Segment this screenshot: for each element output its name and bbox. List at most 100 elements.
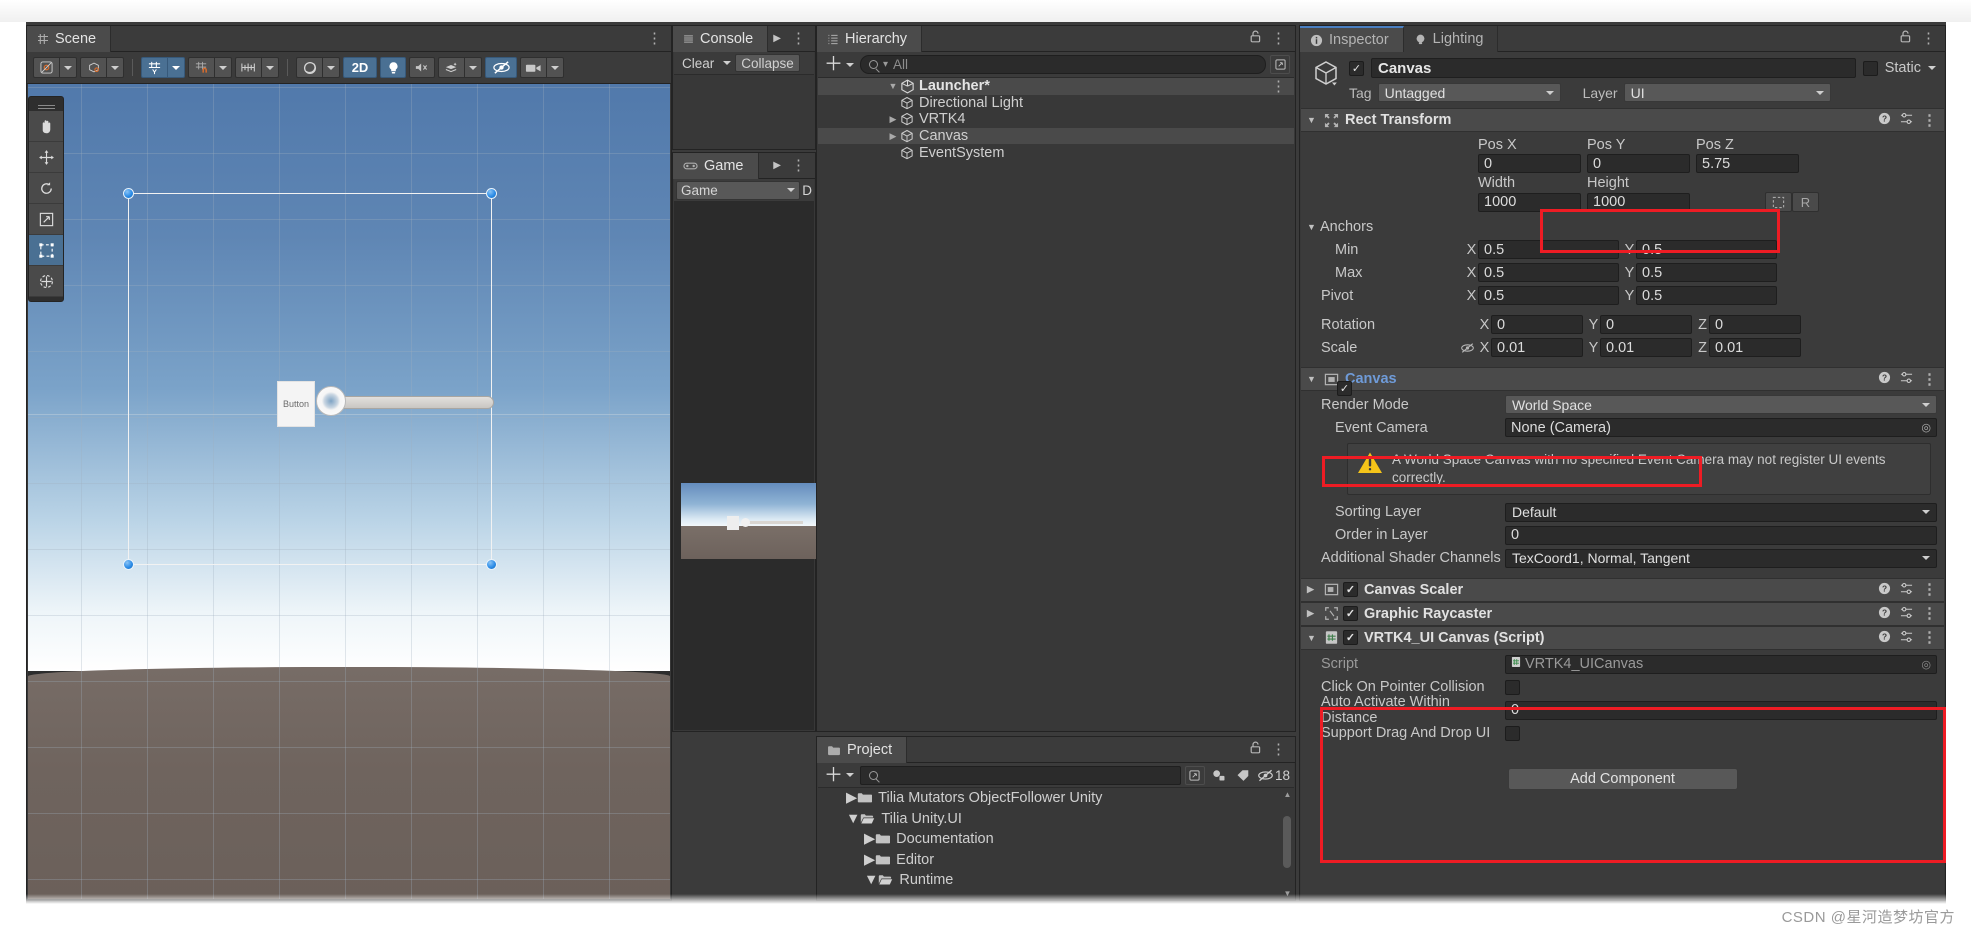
gizmo-handle-top-left[interactable] <box>123 188 134 199</box>
twisty-expanded-icon[interactable]: ▼ <box>1307 222 1320 232</box>
pos-y-input[interactable]: 0 <box>1587 154 1690 173</box>
hierarchy-search-options-icon[interactable] <box>1270 55 1290 74</box>
anchor-max-y-input[interactable]: 0.5 <box>1636 263 1777 282</box>
project-scroll-up-icon[interactable]: ▲ <box>1283 790 1292 799</box>
inspector-menu-icon[interactable]: ⋮ <box>1921 31 1936 46</box>
project-row-editor[interactable]: ▶ Editor <box>818 850 1294 871</box>
twisty-collapsed-icon[interactable]: ▶ <box>1307 608 1318 619</box>
project-search-input[interactable] <box>860 765 1181 785</box>
component-header-vrtk-ui-canvas[interactable]: ▼ ✓ VRTK4_UI Canvas (Script) ? ⋮ <box>1301 625 1944 650</box>
scale-y-input[interactable]: 0.01 <box>1600 338 1692 357</box>
preset-icon[interactable] <box>1900 630 1913 646</box>
surface-dropdown-icon[interactable] <box>214 57 232 78</box>
hierarchy-row-directional-light[interactable]: Directional Light <box>818 95 1294 112</box>
scale-z-input[interactable]: 0.01 <box>1709 338 1801 357</box>
hierarchy-search-input[interactable]: ▾ All <box>860 55 1266 74</box>
grid-dropdown-icon[interactable] <box>167 57 185 78</box>
twisty-expanded-icon[interactable]: ▼ <box>886 81 900 91</box>
global-local-icon[interactable] <box>80 57 106 78</box>
scene-audio-icon[interactable] <box>409 57 435 78</box>
preset-icon[interactable] <box>1900 606 1913 622</box>
scene-ui-button[interactable]: Button <box>277 381 315 427</box>
game-aspect-label[interactable]: D <box>802 183 814 198</box>
pivot-dropdown-icon[interactable] <box>59 57 77 78</box>
lock-icon[interactable] <box>1250 741 1261 758</box>
hand-tool-icon[interactable] <box>29 111 63 142</box>
increment-dropdown-icon[interactable] <box>261 57 279 78</box>
component-header-graphic-raycaster[interactable]: ▶ ✓ Graphic Raycaster ? ⋮ <box>1301 601 1944 626</box>
game-menu-icon[interactable]: ⋮ <box>791 158 806 173</box>
shading-sphere-icon[interactable] <box>296 57 322 78</box>
static-dropdown-icon[interactable] <box>1928 66 1936 70</box>
scene-visibility-icon[interactable] <box>485 57 517 78</box>
graphic-raycaster-enabled-checkbox[interactable]: ✓ <box>1343 606 1358 622</box>
shading-mode-control[interactable] <box>296 57 340 78</box>
twisty-expanded-icon[interactable]: ▼ <box>1307 633 1318 643</box>
component-menu-icon[interactable]: ⋮ <box>1922 606 1937 621</box>
shader-channels-dropdown[interactable]: TexCoord1, Normal, Tangent <box>1505 548 1937 568</box>
shading-dropdown-icon[interactable] <box>322 57 340 78</box>
hierarchy-tree[interactable]: ▼ Launcher* ⋮ Directional Light ▶ VRTK4 <box>818 78 1294 730</box>
help-icon[interactable]: ? <box>1878 582 1891 598</box>
project-add-button[interactable]: ＋ <box>822 766 856 785</box>
help-icon[interactable]: ? <box>1878 606 1891 622</box>
object-picker-icon[interactable]: ◎ <box>1921 421 1931 434</box>
console-collapse-button[interactable]: Collapse <box>735 54 800 72</box>
console-clear-dropdown-icon[interactable] <box>721 54 733 72</box>
twisty-expanded-icon[interactable]: ▼ <box>1307 374 1318 384</box>
project-filter-label-icon[interactable] <box>1233 766 1253 785</box>
scale-x-input[interactable]: 0.01 <box>1491 338 1583 357</box>
twisty-expanded-icon[interactable]: ▼ <box>846 811 860 827</box>
move-tool-icon[interactable] <box>29 142 63 173</box>
component-menu-icon[interactable]: ⋮ <box>1922 630 1937 645</box>
rotate-tool-icon[interactable] <box>29 173 63 204</box>
support-drag-and-drop-checkbox[interactable] <box>1505 725 1520 741</box>
tab-hierarchy[interactable]: Hierarchy <box>817 26 923 52</box>
scene-fx-icon[interactable] <box>438 57 464 78</box>
hierarchy-row-menu-icon[interactable]: ⋮ <box>1271 79 1286 94</box>
gizmo-handle-top-right[interactable] <box>486 188 497 199</box>
twisty-collapsed-icon[interactable]: ▶ <box>846 790 857 806</box>
static-checkbox[interactable] <box>1862 60 1878 76</box>
tab-project[interactable]: Project <box>817 737 908 763</box>
auto-activate-within-distance-input[interactable]: 0 <box>1505 700 1937 720</box>
hierarchy-add-button[interactable]: ＋ <box>822 55 856 74</box>
surface-snap-control[interactable] <box>188 57 232 78</box>
hierarchy-row-canvas[interactable]: ▶ Canvas <box>818 127 1294 145</box>
anchor-min-y-input[interactable]: 0.5 <box>1636 240 1777 259</box>
sorting-layer-dropdown[interactable]: Default <box>1505 502 1937 522</box>
scene-fx-dropdown-icon[interactable] <box>464 57 482 78</box>
tool-strip-grip[interactable] <box>29 100 63 111</box>
scene-camera-dropdown-icon[interactable] <box>546 57 564 78</box>
preset-icon[interactable] <box>1900 582 1913 598</box>
component-menu-icon[interactable]: ⋮ <box>1922 372 1937 387</box>
rotation-z-input[interactable]: 0 <box>1709 315 1801 334</box>
rotation-x-input[interactable]: 0 <box>1491 315 1583 334</box>
component-menu-icon[interactable]: ⋮ <box>1922 113 1937 128</box>
grid-snap-control[interactable] <box>141 57 185 78</box>
tag-dropdown[interactable]: Untagged <box>1377 83 1561 102</box>
gizmo-handle-bottom-right[interactable] <box>486 559 497 570</box>
twisty-collapsed-icon[interactable]: ▶ <box>1307 584 1318 595</box>
object-picker-icon[interactable]: ◎ <box>1921 658 1931 671</box>
blueprint-mode-button[interactable] <box>1765 192 1792 212</box>
game-play-icon[interactable]: ▶ <box>773 160 781 171</box>
console-log-list[interactable] <box>674 75 814 148</box>
anchors-row[interactable]: ▼ Anchors <box>1307 216 1937 237</box>
console-play-icon[interactable]: ▶ <box>773 33 781 44</box>
scene-lighting-icon[interactable] <box>380 57 406 78</box>
rect-tool-icon[interactable] <box>29 235 63 266</box>
tab-inspector[interactable]: Inspector <box>1300 26 1404 52</box>
pivot-y-input[interactable]: 0.5 <box>1636 286 1777 305</box>
help-icon[interactable]: ? <box>1878 630 1891 646</box>
preset-icon[interactable] <box>1900 371 1913 387</box>
twisty-collapsed-icon[interactable]: ▶ <box>886 114 900 125</box>
pos-x-input[interactable]: 0 <box>1478 154 1581 173</box>
transform-tool-icon[interactable] <box>29 266 63 297</box>
script-field[interactable]: VRTK4_UICanvas ◎ <box>1505 654 1937 674</box>
component-menu-icon[interactable]: ⋮ <box>1922 582 1937 597</box>
gizmo-handle-bottom-left[interactable] <box>123 559 134 570</box>
component-header-rect-transform[interactable]: ▼ Rect Transform ? ⋮ <box>1301 108 1944 132</box>
tab-scene[interactable]: Scene <box>27 26 112 52</box>
pivot-center-icon[interactable] <box>33 57 59 78</box>
